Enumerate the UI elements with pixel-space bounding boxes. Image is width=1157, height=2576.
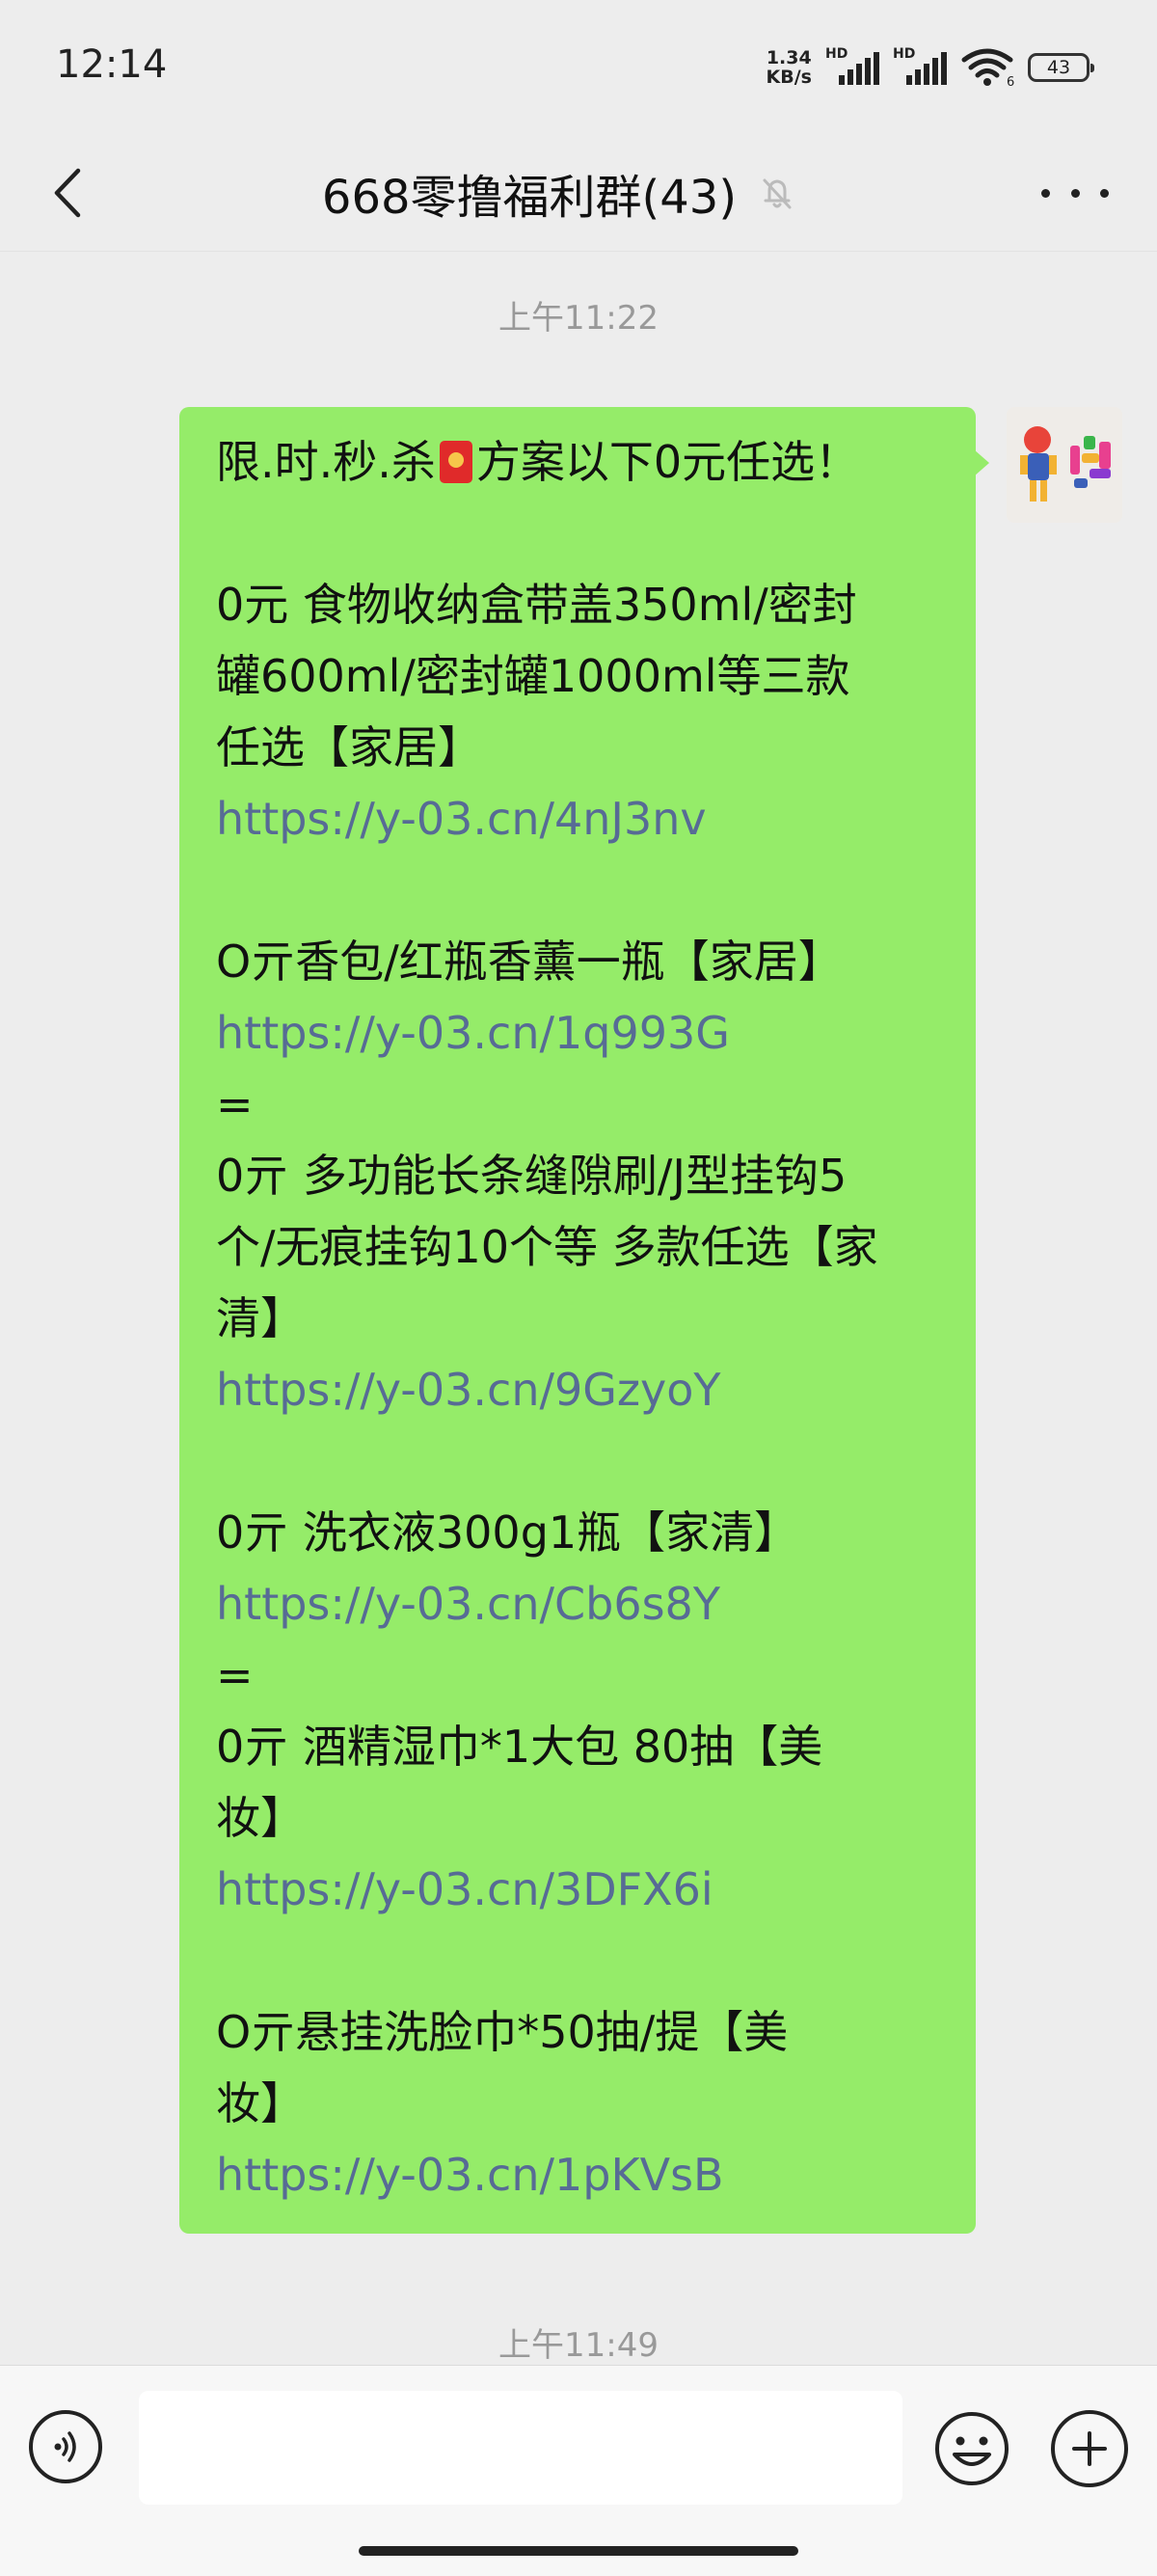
network-speed: 1.34 KB/s [767, 48, 812, 87]
signal-sim2-icon: HD [893, 46, 947, 89]
message-line: 罐600ml/密封罐1000ml等三款 [216, 650, 850, 702]
network-speed-unit: KB/s [766, 67, 812, 88]
signal-sim1-icon: HD [825, 46, 879, 89]
message-line-text: 方案以下0元任选！ [475, 436, 860, 488]
smile-icon[interactable] [933, 2410, 1010, 2487]
wifi-badge: 6 [1007, 75, 1014, 87]
message-link[interactable]: https://y-03.cn/9GzyoY [216, 1354, 941, 1425]
message-line: 妆】 [216, 2077, 305, 2129]
message-timestamp: 上午11:22 [498, 299, 659, 338]
message-line: 个/无痕挂钩10个等 多款任选【家 [216, 1221, 878, 1273]
voice-icon[interactable] [29, 2410, 102, 2483]
status-time: 12:14 [56, 42, 168, 87]
chat-title-group: 668零撸福利群(43) [0, 135, 1157, 251]
more-dots-icon[interactable] [1041, 176, 1109, 210]
wifi-icon: 6 [960, 48, 1014, 87]
input-bar [0, 2365, 1157, 2576]
battery-icon: 43 [1028, 53, 1094, 82]
message-link[interactable]: https://y-03.cn/1q993G [216, 997, 941, 1069]
message-line: 0亓 多功能长条缝隙刷/J型挂钩5 [216, 1150, 848, 1202]
plus-icon[interactable] [1051, 2410, 1128, 2487]
status-icons: 1.34 KB/s HD HD 6 43 [767, 46, 1094, 89]
chat-header: 668零撸福利群(43) [0, 135, 1157, 252]
message-line-text: 限.时.秒.杀 [216, 436, 436, 488]
message-line: 任选【家居】 [216, 721, 482, 773]
message-line: 0元 食物收纳盒带盖350ml/密封 [216, 579, 857, 631]
red-packet-icon [439, 441, 472, 483]
message-line: 限.时.秒.杀 方案以下0元任选！ [216, 426, 941, 498]
message-input[interactable] [139, 2391, 902, 2505]
message-link[interactable]: https://y-03.cn/4nJ3nv [216, 783, 941, 854]
message-line: = [216, 1078, 254, 1130]
message-link[interactable]: https://y-03.cn/3DFX6i [216, 1854, 941, 1925]
avatar[interactable] [1007, 407, 1122, 523]
message-line: 0亓 酒精湿巾*1大包 80抽【美 [216, 1721, 823, 1773]
message-line: 妆】 [216, 1792, 305, 1844]
message-line: O亓悬挂洗脸巾*50抽/提【美 [216, 2006, 789, 2058]
message-timestamp: 上午11:49 [498, 2326, 659, 2365]
battery-level: 43 [1046, 57, 1071, 78]
message-link[interactable]: https://y-03.cn/Cb6s8Y [216, 1568, 941, 1640]
message-bubble[interactable]: 限.时.秒.杀 方案以下0元任选！ 0元 食物收纳盒带盖350ml/密封 罐600ml… [179, 407, 989, 2234]
message-line: = [216, 1649, 254, 1701]
network-speed-value: 1.34 [766, 47, 812, 68]
status-bar: 12:14 1.34 KB/s HD HD 6 43 [0, 0, 1157, 135]
message-line: 清】 [216, 1292, 305, 1344]
message-text: 限.时.秒.杀 方案以下0元任选！ 0元 食物收纳盒带盖350ml/密封 罐600ml… [216, 426, 941, 2210]
message-link[interactable]: https://y-03.cn/1pKVsB [216, 2139, 941, 2210]
avatar-image [1007, 407, 1122, 523]
message-line: 0亓 洗衣液300g1瓶【家清】 [216, 1506, 799, 1559]
message-line: O亓香包/红瓶香薰一瓶【家居】 [216, 935, 843, 988]
bell-off-icon [758, 174, 796, 212]
home-indicator [359, 2546, 798, 2556]
chat-title: 668零撸福利群(43) [321, 171, 738, 225]
